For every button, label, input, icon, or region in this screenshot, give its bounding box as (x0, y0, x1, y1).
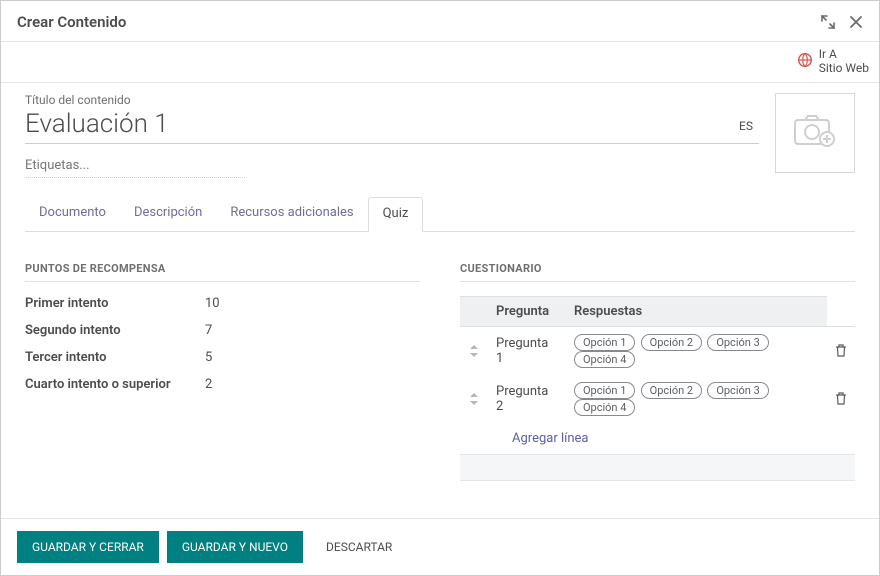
reward-heading: PUNTOS DE RECOMPENSA (25, 262, 420, 282)
reward-label: Cuarto intento o superior (25, 377, 205, 392)
table-footer-spacer (460, 454, 855, 480)
language-badge[interactable]: ES (733, 119, 759, 133)
expand-icon[interactable] (821, 15, 835, 29)
tab-descripcion[interactable]: Descripción (120, 197, 216, 232)
reward-label: Segundo intento (25, 323, 205, 338)
tab-quiz[interactable]: Quiz (368, 197, 424, 232)
table-row[interactable]: Pregunta 1 Opción 1 Opción 2 Opción 3 Op… (460, 326, 855, 375)
answers-cell[interactable]: Opción 1 Opción 2 Opción 3 Opción 4 (566, 326, 827, 375)
reward-label: Tercer intento (25, 350, 205, 365)
reward-row: Cuarto intento o superior 2 (25, 377, 420, 392)
image-upload-placeholder[interactable] (775, 93, 855, 173)
content-title-input[interactable] (25, 109, 733, 143)
answer-pill[interactable]: Opción 4 (574, 351, 635, 368)
col-handle (460, 296, 488, 326)
reward-label: Primer intento (25, 296, 205, 311)
camera-plus-icon (793, 113, 837, 153)
quiz-table: Pregunta Respuestas Pregunta 1 (460, 296, 855, 481)
answer-pill[interactable]: Opción 2 (641, 382, 702, 399)
drag-handle-icon[interactable] (460, 375, 488, 423)
answer-pill[interactable]: Opción 3 (707, 334, 768, 351)
table-row[interactable]: Pregunta 2 Opción 1 Opción 2 Opción 3 Op… (460, 375, 855, 423)
quiz-heading: CUESTIONARIO (460, 262, 855, 282)
question-cell[interactable]: Pregunta 2 (488, 375, 566, 423)
reward-value[interactable]: 7 (205, 323, 212, 338)
answers-cell[interactable]: Opción 1 Opción 2 Opción 3 Opción 4 (566, 375, 827, 423)
reward-value[interactable]: 2 (205, 377, 212, 392)
reward-row: Tercer intento 5 (25, 350, 420, 365)
answer-pill[interactable]: Opción 1 (574, 382, 635, 399)
delete-row-button[interactable] (827, 326, 855, 375)
close-icon[interactable] (849, 15, 863, 29)
tab-documento[interactable]: Documento (25, 197, 120, 232)
reward-row: Primer intento 10 (25, 296, 420, 311)
save-close-button[interactable]: GUARDAR Y CERRAR (17, 531, 159, 563)
add-line-button[interactable]: Agregar línea (460, 423, 855, 454)
modal-create-content: Crear Contenido Ir ASitio Web Título del… (0, 0, 880, 576)
col-answers: Respuestas (566, 296, 827, 326)
add-line-row: Agregar línea (460, 423, 855, 455)
tab-recursos[interactable]: Recursos adicionales (216, 197, 367, 232)
reward-row: Segundo intento 7 (25, 323, 420, 338)
col-delete (827, 296, 855, 326)
content-title-label: Título del contenido (25, 93, 759, 107)
modal-body: Título del contenido ES Documento Descri… (1, 83, 879, 518)
discard-button[interactable]: DESCARTAR (311, 531, 407, 563)
tabs: Documento Descripción Recursos adicional… (25, 196, 855, 232)
save-new-button[interactable]: GUARDAR Y NUEVO (167, 531, 303, 563)
globe-icon (797, 52, 813, 72)
answer-pill[interactable]: Opción 2 (641, 334, 702, 351)
answer-pill[interactable]: Opción 1 (574, 334, 635, 351)
top-bar: Ir ASitio Web (1, 42, 879, 83)
reward-value[interactable]: 5 (205, 350, 212, 365)
go-to-website-button[interactable]: Ir ASitio Web (797, 48, 869, 76)
drag-handle-icon[interactable] (460, 326, 488, 375)
answer-pill[interactable]: Opción 3 (707, 382, 768, 399)
delete-row-button[interactable] (827, 375, 855, 423)
col-question: Pregunta (488, 296, 566, 326)
tags-input[interactable] (25, 158, 245, 178)
modal-header: Crear Contenido (1, 1, 879, 41)
answer-pill[interactable]: Opción 4 (574, 399, 635, 416)
question-cell[interactable]: Pregunta 1 (488, 326, 566, 375)
modal-title: Crear Contenido (17, 13, 807, 31)
go-to-website-label: Ir ASitio Web (819, 48, 869, 76)
modal-footer: GUARDAR Y CERRAR GUARDAR Y NUEVO DESCART… (1, 518, 879, 575)
reward-value[interactable]: 10 (205, 296, 220, 311)
